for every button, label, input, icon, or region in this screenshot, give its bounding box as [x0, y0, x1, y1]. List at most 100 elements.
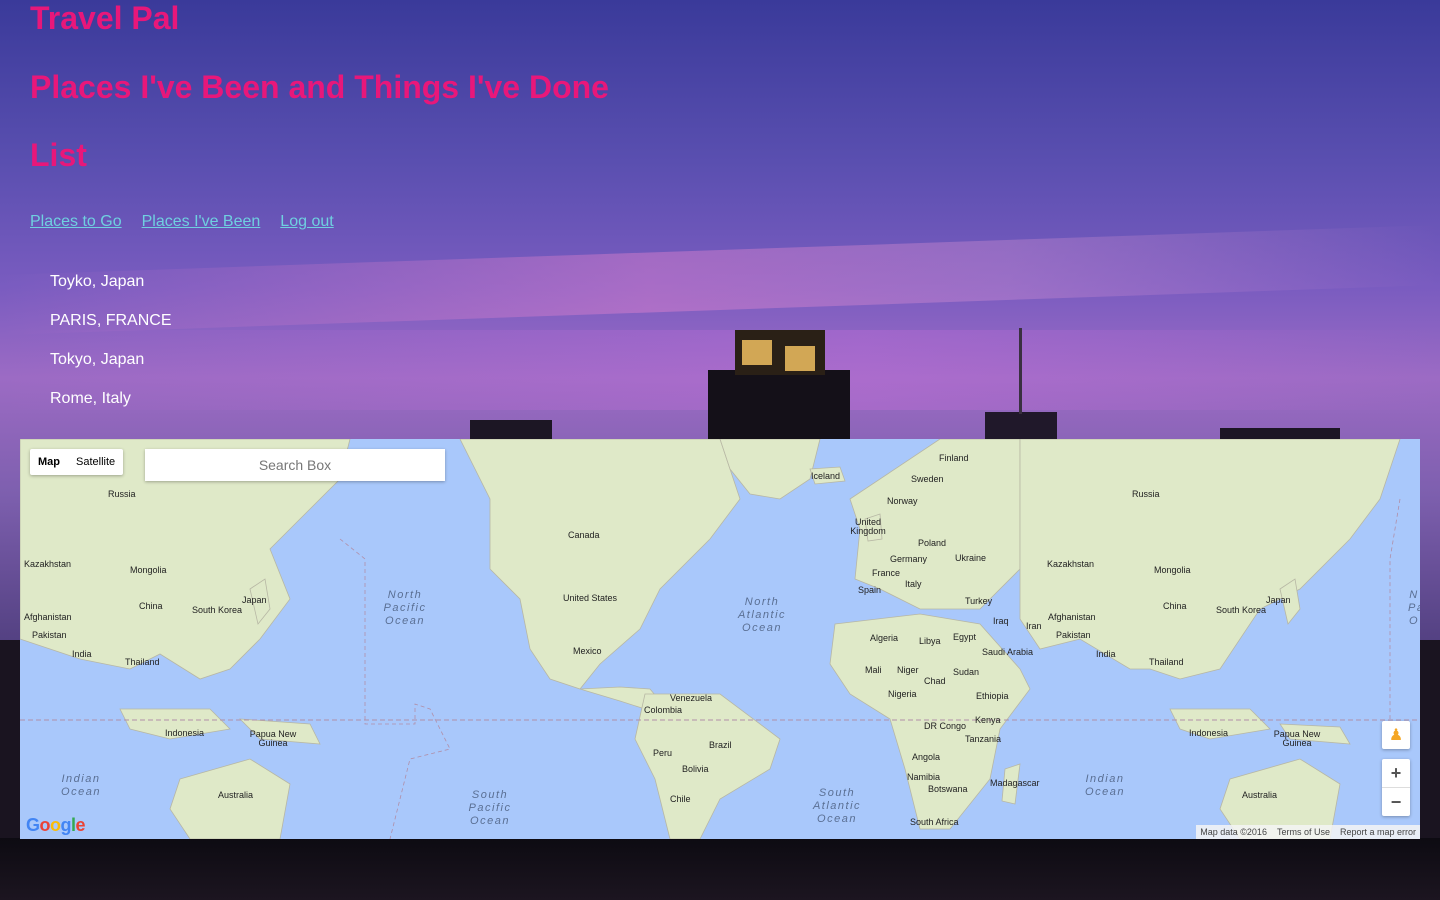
- ocean-label: Indian Ocean: [1085, 773, 1125, 798]
- map-label: Iceland: [811, 471, 841, 481]
- map-label: Namibia: [907, 772, 941, 782]
- map-label: Papua New Guinea: [1273, 729, 1321, 748]
- map-label: Turkey: [965, 596, 993, 606]
- map-label: Bolivia: [682, 764, 709, 774]
- section-title: List: [30, 137, 87, 173]
- ocean-label: N Pa O: [1408, 589, 1420, 627]
- building: [1420, 640, 1440, 840]
- skyscraper: [708, 370, 850, 440]
- map-label: Afghanistan: [24, 612, 72, 622]
- map-label: Ukraine: [955, 553, 987, 563]
- map-label: Tanzania: [965, 734, 1002, 744]
- map-label: Botswana: [928, 784, 968, 794]
- map-label: Japan: [1266, 595, 1291, 605]
- map-label: Australia: [1242, 790, 1278, 800]
- map-label: China: [139, 601, 163, 611]
- map-label: Thailand: [125, 657, 160, 667]
- building-light: [742, 340, 772, 365]
- map-label: Nigeria: [888, 689, 917, 699]
- map-label: Papua New Guinea: [249, 729, 297, 748]
- map-label: Australia: [218, 790, 254, 800]
- zoom-in-button[interactable]: +: [1382, 759, 1410, 787]
- building: [470, 420, 552, 440]
- list-item[interactable]: Toyko, Japan: [50, 272, 172, 311]
- map-land-layer: [20, 439, 1420, 839]
- map-label: Thailand: [1149, 657, 1184, 667]
- dateline: [339, 538, 451, 839]
- nav-places-been[interactable]: Places I've Been: [142, 213, 261, 231]
- map-data-credit: Map data ©2016: [1200, 827, 1267, 837]
- ocean-label: North Pacific Ocean: [383, 589, 427, 627]
- map-label: South Korea: [1216, 605, 1267, 615]
- list-item[interactable]: PARIS, FRANCE: [50, 311, 172, 350]
- map-label: China: [1163, 601, 1187, 611]
- antenna: [1019, 328, 1022, 414]
- map-label: South Africa: [910, 817, 959, 827]
- nav-places-to-go[interactable]: Places to Go: [30, 213, 122, 231]
- map-label: Sudan: [953, 667, 980, 677]
- map-label: United Kingdom: [850, 517, 886, 536]
- dateline: [1389, 498, 1401, 719]
- street-view-pegman-icon[interactable]: ♟: [1382, 721, 1410, 749]
- map-label: Madagascar: [990, 778, 1040, 788]
- map-label: Pakistan: [32, 630, 67, 640]
- map-label: Japan: [242, 595, 267, 605]
- map-label: Brazil: [709, 740, 732, 750]
- sky-streak: [0, 224, 1440, 336]
- map-label: Saudi Arabia: [982, 647, 1034, 657]
- map-label: India: [72, 649, 92, 659]
- map-label: Angola: [912, 752, 941, 762]
- map-label: Kenya: [975, 715, 1001, 725]
- nav-logout[interactable]: Log out: [280, 213, 333, 231]
- map-label: Mongolia: [130, 565, 167, 575]
- building-light: [785, 346, 815, 371]
- map-label: Russia: [108, 489, 136, 499]
- map-label: Sweden: [911, 474, 944, 484]
- map-label: Norway: [887, 496, 918, 506]
- page-subtitle: Places I've Been and Things I've Done: [30, 69, 609, 105]
- map-label: Iran: [1026, 621, 1042, 631]
- map-type-control: Map Satellite: [30, 449, 124, 475]
- map-label: Egypt: [953, 632, 977, 642]
- map-type-satellite-button[interactable]: Satellite: [68, 449, 123, 475]
- map-label: Iraq: [993, 616, 1009, 626]
- map-search-input[interactable]: [145, 449, 445, 481]
- map-label: Venezuela: [670, 693, 713, 703]
- world-map[interactable]: Russia Kazakhstan Mongolia Afghanistan P…: [20, 439, 1420, 839]
- map-attribution: Map data ©2016 Terms of Use Report a map…: [1196, 825, 1420, 839]
- map-label: DR Congo: [924, 721, 967, 731]
- map-label: Libya: [919, 636, 941, 646]
- map-label: Germany: [890, 554, 928, 564]
- map-type-map-button[interactable]: Map: [30, 449, 68, 475]
- ocean-label: South Pacific Ocean: [468, 789, 512, 827]
- map-label: Mali: [865, 665, 882, 675]
- ocean-label: South Atlantic Ocean: [812, 787, 862, 825]
- map-label: South Korea: [192, 605, 243, 615]
- map-label: Algeria: [870, 633, 899, 643]
- ocean-label: Indian Ocean: [61, 773, 101, 798]
- ocean-label: North Atlantic Ocean: [737, 596, 787, 634]
- main-nav: Places to Go Places I've Been Log out: [30, 213, 334, 231]
- terms-of-use-link[interactable]: Terms of Use: [1277, 827, 1330, 837]
- list-item[interactable]: Rome, Italy: [50, 389, 172, 428]
- map-label: Canada: [568, 530, 600, 540]
- zoom-out-button[interactable]: −: [1382, 788, 1410, 816]
- map-label: Niger: [897, 665, 919, 675]
- map-label: Colombia: [644, 705, 683, 715]
- map-label: Ethiopia: [976, 691, 1009, 701]
- map-label: Chile: [670, 794, 691, 804]
- app-title: Travel Pal: [30, 0, 180, 36]
- map-label: Indonesia: [165, 728, 205, 738]
- city-skyline-bottom: [0, 838, 1440, 900]
- list-item[interactable]: Tokyo, Japan: [50, 350, 172, 389]
- google-logo: Google: [26, 815, 86, 835]
- report-map-error-link[interactable]: Report a map error: [1340, 827, 1416, 837]
- map-label: Poland: [918, 538, 947, 548]
- map-label: France: [872, 568, 901, 578]
- building: [985, 412, 1057, 440]
- map-label: Kazakhstan: [24, 559, 72, 569]
- map-label: Chad: [924, 676, 946, 686]
- map-label: Kazakhstan: [1047, 559, 1095, 569]
- map-label: Mexico: [573, 646, 602, 656]
- map-label: Spain: [858, 585, 882, 595]
